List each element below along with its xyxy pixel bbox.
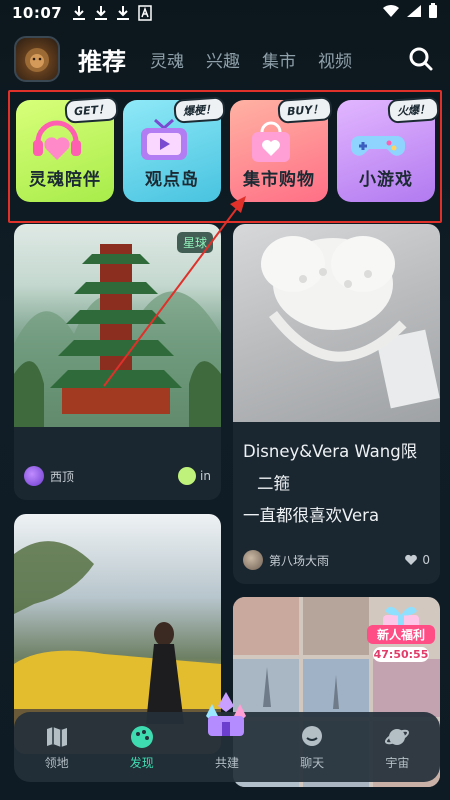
entry-label: 灵魂陪伴 <box>29 170 101 190</box>
post-meta: 第八场大雨 0 <box>243 550 430 570</box>
search-icon <box>409 47 433 71</box>
tab-recommend[interactable]: 推荐 <box>78 42 126 77</box>
palette-icon <box>130 725 153 748</box>
newbie-gift-promo[interactable]: 新人福利 47:50:55 <box>365 597 437 669</box>
heart-headphones-icon <box>33 120 81 160</box>
entry-soul-companion[interactable]: GET！ 灵魂陪伴 <box>16 96 119 202</box>
post-image <box>14 224 221 427</box>
hairband-photo <box>261 236 440 409</box>
gamepad-icon <box>351 136 405 156</box>
tab-interest[interactable]: 兴趣 <box>206 47 240 72</box>
entry-label: 小游戏 <box>359 170 413 190</box>
nav-territory[interactable]: 领地 <box>22 724 92 771</box>
avatar[interactable] <box>14 36 60 82</box>
feed-card-pagoda[interactable]: 星球 西顶 in <box>14 224 221 500</box>
download-icon <box>72 5 86 21</box>
entry-label: 观点岛 <box>145 170 199 190</box>
author-name: 第八场大雨 <box>269 553 330 568</box>
discover-page: 10:07 推荐 灵魂 兴趣 集市 视频 GET！ 灵魂陪伴 爆梗！ 观点岛 B… <box>0 0 450 800</box>
promo-title: 新人福利 <box>367 625 435 644</box>
post-image <box>233 224 440 422</box>
nav-label: 宇宙 <box>385 755 410 770</box>
signal-icon <box>406 4 422 22</box>
tab-video[interactable]: 视频 <box>318 47 352 72</box>
nav-universe[interactable]: 宇宙 <box>362 724 432 771</box>
map-icon <box>46 726 67 747</box>
like-count: 0 <box>422 553 430 567</box>
post-title-line: 二箍 <box>257 474 290 493</box>
nav-label: 共建 <box>214 755 239 770</box>
tab-soul[interactable]: 灵魂 <box>150 47 184 72</box>
planet-icon <box>385 728 410 745</box>
entry-tag: 爆梗！ <box>173 96 226 124</box>
tv-icon <box>141 118 187 160</box>
author-name: 西顶 <box>50 469 75 484</box>
heart-icon <box>405 554 418 565</box>
like-bubble-icon <box>178 467 197 485</box>
nav-label: 发现 <box>129 755 154 770</box>
top-nav: 推荐 灵魂 兴趣 集市 视频 <box>0 34 450 84</box>
planet-badge: 星球 <box>176 232 213 253</box>
entry-label: 集市购物 <box>243 170 315 190</box>
battery-icon <box>428 3 438 23</box>
entry-tag: BUY！ <box>276 96 333 124</box>
lion-avatar-icon <box>25 48 49 72</box>
download-icon <box>94 5 108 21</box>
post-title: Disney&Vera Wang限 二箍 一直都很喜欢Vera <box>243 436 430 532</box>
status-time: 10:07 <box>12 4 63 22</box>
post-meta: 西顶 in <box>24 466 211 486</box>
feed-card-hairband[interactable]: Disney&Vera Wang限 二箍 一直都很喜欢Vera 第八场大雨 0 <box>233 224 440 584</box>
post-title-line: 一直都很喜欢Vera <box>243 506 380 525</box>
download-icon <box>116 5 130 21</box>
entry-tag: GET！ <box>64 96 119 124</box>
search-button[interactable] <box>408 46 434 72</box>
post-title-line: Disney&Vera Wang限 <box>243 442 418 461</box>
wifi-icon <box>382 4 400 22</box>
nav-chat[interactable]: 聊天 <box>277 724 347 771</box>
author-avatar <box>243 550 263 570</box>
nav-label: 聊天 <box>300 755 325 770</box>
entry-tag: 火爆！ <box>387 96 440 124</box>
nav-label: 领地 <box>44 755 69 770</box>
crystal-castle-icon[interactable] <box>198 690 254 742</box>
promo-countdown: 47:50:55 <box>373 647 429 662</box>
entry-opinion-island[interactable]: 爆梗！ 观点岛 <box>123 96 226 202</box>
font-a-icon <box>138 5 152 21</box>
chat-bubble-icon <box>302 725 323 746</box>
like-text: in <box>200 469 211 483</box>
tab-market[interactable]: 集市 <box>262 47 296 72</box>
shopping-bag-icon <box>252 121 290 162</box>
like-indicator[interactable]: in <box>178 467 211 485</box>
like-button[interactable]: 0 <box>404 553 430 567</box>
pagoda-illustration <box>14 244 221 427</box>
nav-discover[interactable]: 发现 <box>107 724 177 771</box>
status-bar: 10:07 <box>0 0 450 26</box>
quick-entry-highlight: GET！ 灵魂陪伴 爆梗！ 观点岛 BUY！ 集市购物 火爆！ 小游戏 <box>8 90 442 223</box>
entry-market-shopping[interactable]: BUY！ 集市购物 <box>230 96 333 202</box>
author-avatar <box>24 466 44 486</box>
entry-mini-games[interactable]: 火爆！ 小游戏 <box>337 96 440 202</box>
